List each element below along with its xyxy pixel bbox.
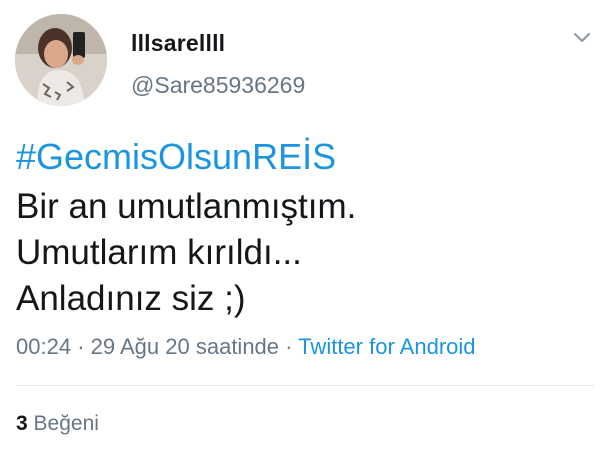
user-handle[interactable]: @Sare85936269 — [131, 72, 305, 99]
meta-separator: · — [77, 334, 85, 359]
likes-stat[interactable]: 3 Beğeni — [16, 412, 99, 436]
tweet-text: Bir an umutlanmıştım. Umutlarım kırıldı.… — [16, 184, 356, 322]
tweet-text-line: Bir an umutlanmıştım. — [16, 187, 357, 226]
likes-label: Beğeni — [33, 412, 99, 435]
avatar[interactable] — [15, 14, 107, 106]
tweet-text-line: Umutlarım kırıldı... — [16, 233, 302, 272]
likes-count: 3 — [16, 412, 28, 435]
tweet-date[interactable]: 29 Ağu 20 saatinde — [91, 334, 279, 359]
tweet-card[interactable]: lllsarellll @Sare85936269 #GecmisOlsunRE… — [0, 0, 614, 451]
tweet-text-line: Anladınız siz ;) — [16, 279, 246, 318]
display-name[interactable]: lllsarellll — [131, 30, 225, 57]
tweet-time[interactable]: 00:24 — [16, 334, 71, 359]
tweet-source-link[interactable]: Twitter for Android — [298, 334, 475, 359]
hashtag-link[interactable]: #GecmisOlsunREİS — [16, 136, 336, 178]
profile-photo-icon — [15, 14, 107, 106]
divider — [16, 385, 594, 386]
chevron-down-icon[interactable] — [572, 30, 592, 44]
meta-separator: · — [285, 334, 293, 359]
tweet-meta: 00:24 · 29 Ağu 20 saatinde · Twitter for… — [16, 334, 476, 360]
